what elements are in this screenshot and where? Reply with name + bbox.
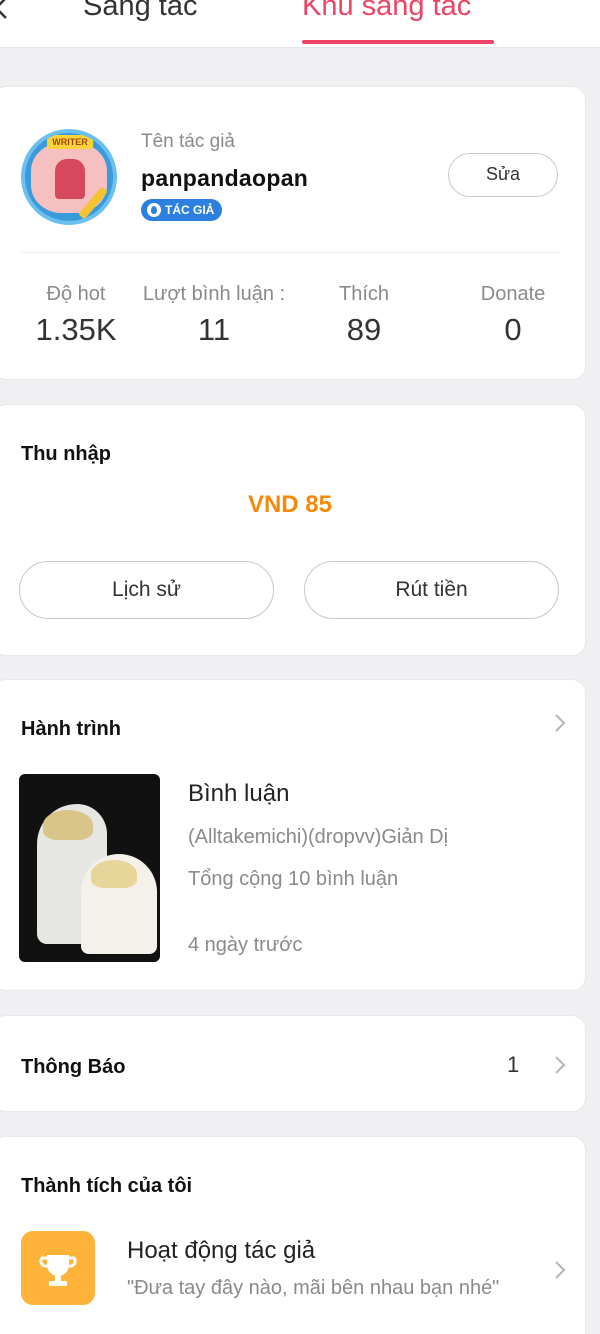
author-name: panpandaopan	[141, 165, 309, 191]
stat-likes[interactable]: Thích 89	[303, 283, 425, 348]
story-cover-image[interactable]	[19, 774, 160, 962]
author-role-text: TÁC GIẢ	[165, 203, 215, 217]
achievement-description: "Đưa tay đây nào, mãi bên nhau bạn nhé"	[127, 1277, 500, 1299]
stat-label: Lượt bình luận :	[142, 283, 286, 305]
stat-donate[interactable]: Donate 0	[463, 283, 563, 348]
stat-label: Donate	[480, 283, 546, 305]
writer-badge: WRITER	[47, 135, 93, 149]
cover-figure-hair	[43, 810, 93, 840]
edit-profile-button[interactable]: Sửa	[448, 153, 558, 197]
notifications-title: Thông Báo	[21, 1056, 126, 1078]
author-profile-card: WRITER Tên tác giả panpandaopan TÁC GIẢ …	[0, 86, 586, 380]
journey-timestamp: 4 ngày trước	[188, 934, 303, 956]
tab-creative-zone[interactable]: Khu sáng tác	[302, 0, 471, 26]
achievements-title: Thành tích của tôi	[21, 1175, 193, 1197]
stat-comments[interactable]: Lượt bình luận : 11	[139, 283, 289, 348]
journey-card[interactable]: Hành trình Bình luận (Alltakemichi)(drop…	[0, 679, 586, 991]
journey-story-title[interactable]: (Alltakemichi)(dropvv)Giản Dị	[188, 826, 448, 849]
stat-label: Độ hot	[46, 283, 106, 305]
history-button[interactable]: Lịch sử	[19, 561, 274, 619]
withdraw-button[interactable]: Rút tiền	[304, 561, 559, 619]
author-role-badge: TÁC GIẢ	[141, 199, 223, 221]
divider	[21, 252, 559, 253]
stat-value: 0	[504, 312, 522, 347]
active-tab-indicator	[302, 40, 494, 44]
achievement-name[interactable]: Hoạt động tác giả	[127, 1237, 315, 1265]
journey-item-type: Bình luận	[188, 780, 290, 807]
back-icon[interactable]	[0, 0, 14, 20]
stat-value: 11	[197, 312, 231, 347]
notifications-row[interactable]: Thông Báo 1	[0, 1015, 586, 1112]
chevron-right-icon[interactable]	[553, 712, 567, 734]
chevron-right-icon[interactable]	[553, 1054, 567, 1076]
journey-comment-total: Tổng cộng 10 bình luận	[188, 868, 399, 890]
stat-value: 89	[346, 312, 382, 347]
income-amount: VND 85	[247, 491, 333, 518]
chevron-right-icon[interactable]	[553, 1259, 567, 1281]
avatar-figure	[55, 159, 85, 199]
tab-create[interactable]: Sáng tác	[83, 0, 197, 26]
author-name-label: Tên tác giả	[141, 131, 235, 152]
notifications-count: 1	[507, 1052, 520, 1077]
cover-figure-hair	[91, 860, 137, 888]
income-title: Thu nhập	[21, 443, 111, 465]
income-card: Thu nhập VND 85 Lịch sử Rút tiền	[0, 404, 586, 656]
stat-label: Thích	[338, 283, 390, 305]
journey-title: Hành trình	[21, 718, 121, 740]
trophy-icon	[21, 1231, 95, 1305]
stat-hot[interactable]: Độ hot 1.35K	[13, 283, 139, 348]
stat-value: 1.35K	[35, 312, 117, 347]
avatar[interactable]: WRITER	[21, 129, 117, 225]
drop-icon	[147, 203, 161, 217]
top-tab-bar: Sáng tác Khu sáng tác	[0, 0, 600, 48]
achievements-card: Thành tích của tôi Hoạt động tác giả "Đư…	[0, 1136, 586, 1334]
